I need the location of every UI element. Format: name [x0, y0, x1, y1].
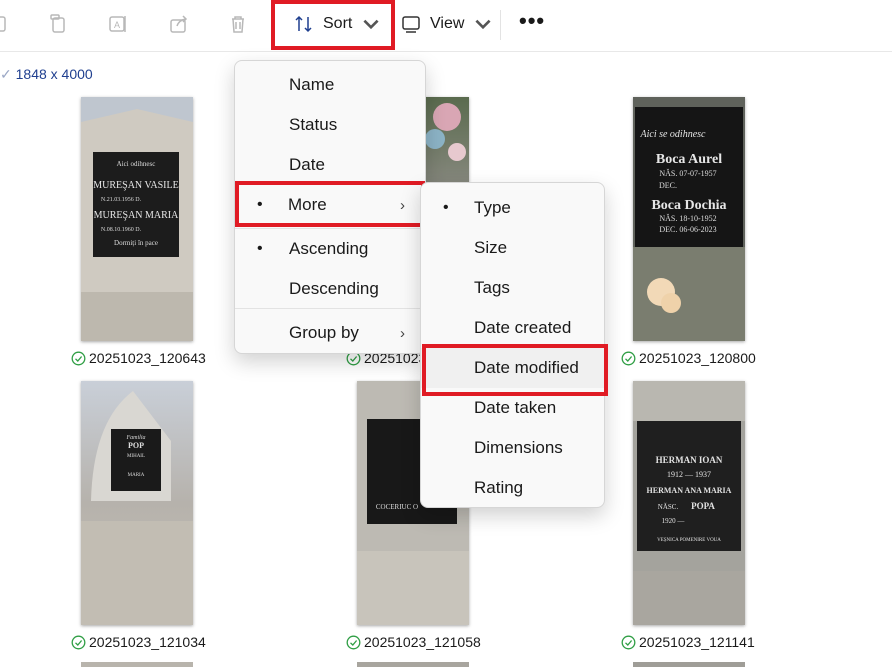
command-bar: A Sort View •••: [0, 0, 892, 50]
file-caption[interactable]: 20251023_120643: [71, 350, 206, 366]
thumbnail-partial: [357, 662, 469, 667]
rename-icon[interactable]: A: [105, 11, 131, 37]
file-caption[interactable]: 20251023_120800: [621, 350, 756, 366]
delete-icon[interactable]: [225, 11, 251, 37]
svg-text:MUREŞAN MARIA: MUREŞAN MARIA: [94, 210, 180, 221]
menu-item-label: Tags: [474, 278, 510, 297]
menu-item-label: Type: [474, 198, 511, 217]
svg-text:N.21.03.1956 D.: N.21.03.1956 D.: [101, 197, 142, 203]
menu-item-size[interactable]: Size: [421, 228, 604, 268]
photo-image: HERMAN IOAN 1912 — 1937 HERMAN ANA MARIA…: [633, 381, 745, 625]
menu-item-rating[interactable]: Rating: [421, 468, 604, 508]
svg-text:A: A: [114, 20, 120, 30]
chevron-icon: ✓: [0, 66, 12, 82]
share-icon[interactable]: [166, 11, 192, 37]
file-name: 20251023_120643: [89, 350, 206, 366]
svg-text:NĂSC.: NĂSC.: [658, 503, 679, 511]
svg-text:Boca Aurel: Boca Aurel: [656, 152, 722, 167]
selected-bullet-icon: •: [257, 240, 263, 257]
menu-item-label: Name: [289, 75, 335, 94]
toolbar-separator: [500, 10, 501, 40]
svg-text:Dormiți în pace: Dormiți în pace: [114, 239, 158, 247]
thumbnail-20251023_120800[interactable]: Aici se odihnesc Boca Aurel NĂS. 07-07-1…: [633, 97, 745, 341]
file-name: 20251023_121058: [364, 634, 481, 650]
file-caption[interactable]: 20251023_121034: [71, 634, 206, 650]
file-caption[interactable]: 20251023_121141: [621, 634, 755, 650]
menu-item-label: Descending: [289, 279, 379, 298]
menu-item-label: Ascending: [289, 239, 369, 258]
sync-check-icon: [71, 635, 86, 649]
file-caption[interactable]: 20251023_121058: [346, 634, 481, 650]
toolbar-divider: [0, 51, 892, 52]
view-button[interactable]: View: [400, 6, 502, 42]
svg-text:COCERIUC O: COCERIUC O: [376, 503, 418, 511]
file-name: 20251023_121141: [639, 634, 755, 650]
thumbnail-partial: [81, 662, 193, 667]
view-label: View: [430, 15, 465, 32]
menu-item-label: Group by: [289, 323, 359, 342]
svg-text:NĂS. 07-07-1957: NĂS. 07-07-1957: [659, 169, 716, 178]
menu-item-group-by[interactable]: Group by ›: [235, 313, 425, 353]
svg-text:N.08.10.1960 D.: N.08.10.1960 D.: [101, 227, 142, 233]
menu-item-label: Status: [289, 115, 338, 134]
photo-image: Aici odihnesc MUREŞAN VASILE N.21.03.195…: [81, 97, 193, 341]
svg-text:DEC. 06-06-2023: DEC. 06-06-2023: [659, 225, 716, 234]
more-options-button[interactable]: •••: [519, 8, 545, 34]
menu-separator: [235, 308, 425, 309]
thumbnail-20251023_121034[interactable]: Familia POP MIHAIL MARIA: [81, 381, 193, 625]
svg-text:VEȘNICA POMENIRE VOUA: VEȘNICA POMENIRE VOUA: [657, 538, 721, 543]
breadcrumb-label: 1848 x 4000: [15, 66, 93, 82]
svg-text:1912 — 1937: 1912 — 1937: [667, 470, 711, 479]
menu-item-label: Date taken: [474, 398, 557, 417]
photo-image: Familia POP MIHAIL MARIA: [81, 391, 193, 625]
selected-bullet-icon: •: [443, 199, 449, 216]
menu-item-dimensions[interactable]: Dimensions: [421, 428, 604, 468]
menu-item-date-created[interactable]: Date created: [421, 308, 604, 348]
svg-text:Boca Dochia: Boca Dochia: [651, 198, 726, 213]
file-name: 20251023_121034: [89, 634, 206, 650]
menu-item-ascending[interactable]: • Ascending: [235, 229, 425, 269]
svg-text:HERMAN IOAN: HERMAN IOAN: [656, 455, 723, 465]
svg-text:1920 —: 1920 —: [662, 517, 686, 525]
menu-item-date[interactable]: Date: [235, 145, 425, 185]
chevron-right-icon: ›: [400, 324, 405, 342]
svg-text:DEC.: DEC.: [659, 181, 677, 190]
more-highlight-box: [235, 181, 425, 227]
svg-text:POPA: POPA: [691, 501, 715, 511]
menu-item-type[interactable]: • Type: [421, 188, 604, 228]
svg-text:MIHAIL: MIHAIL: [127, 454, 145, 459]
svg-text:POP: POP: [128, 441, 144, 450]
menu-item-label: Dimensions: [474, 438, 563, 457]
sync-check-icon: [71, 351, 86, 365]
photo-image: Aici se odihnesc Boca Aurel NĂS. 07-07-1…: [633, 97, 745, 341]
menu-item-label: Date created: [474, 318, 572, 337]
svg-text:Aici se odihnesc: Aici se odihnesc: [640, 129, 707, 140]
sync-check-icon: [346, 635, 361, 649]
chevron-down-icon: [475, 19, 491, 30]
thumbnail-partial: [633, 662, 745, 667]
svg-text:HERMAN ANA MARIA: HERMAN ANA MARIA: [647, 486, 732, 495]
file-name: 20251023_120800: [639, 350, 756, 366]
cut-icon[interactable]: [0, 11, 14, 37]
breadcrumb[interactable]: ✓ 1848 x 4000: [0, 66, 93, 83]
svg-text:MARIA: MARIA: [128, 473, 145, 478]
svg-text:Aici odihnesc: Aici odihnesc: [117, 160, 156, 168]
copy-icon[interactable]: [45, 11, 71, 37]
svg-text:MUREŞAN VASILE: MUREŞAN VASILE: [93, 180, 178, 191]
date-modified-highlight-box: [422, 344, 608, 396]
view-icon: [402, 16, 420, 33]
thumbnail-20251023_121141[interactable]: HERMAN IOAN 1912 — 1937 HERMAN ANA MARIA…: [633, 381, 745, 625]
sort-highlight-box: [271, 0, 395, 50]
menu-item-status[interactable]: Status: [235, 105, 425, 145]
menu-item-label: Rating: [474, 478, 524, 497]
sync-check-icon: [621, 635, 636, 649]
menu-item-tags[interactable]: Tags: [421, 268, 604, 308]
svg-text:NĂS. 18-10-1952: NĂS. 18-10-1952: [659, 214, 716, 223]
sync-check-icon: [621, 351, 636, 365]
menu-item-label: Date: [289, 155, 325, 174]
thumbnail-20251023_120643[interactable]: Aici odihnesc MUREŞAN VASILE N.21.03.195…: [81, 97, 193, 341]
menu-item-label: Size: [474, 238, 508, 257]
menu-item-descending[interactable]: Descending: [235, 269, 425, 309]
menu-item-name[interactable]: Name: [235, 65, 425, 105]
